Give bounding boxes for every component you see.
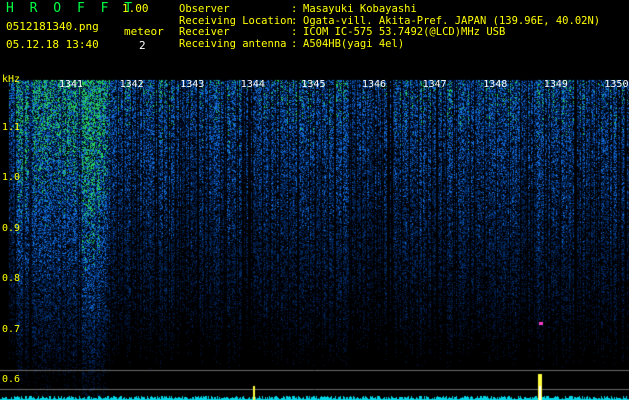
y-tick-label: 0.7 <box>2 323 21 335</box>
image-filename: 0512181340.png <box>6 20 99 33</box>
app-title: H R O F F T <box>6 1 137 16</box>
info-colon: : <box>291 3 298 15</box>
y-tick-label: 0.6 <box>2 374 21 385</box>
meteor-count-value: 2 <box>139 39 146 52</box>
info-value: ICOM IC-575 53.7492(@LCD)MHz USB <box>303 26 506 38</box>
station-info: Observer: Masayuki Kobayashi Receiving Lo… <box>179 3 600 51</box>
app-version: 1.00 <box>122 2 149 15</box>
y-tick-label: 1.1 <box>2 122 21 133</box>
info-label: Receiver <box>179 26 230 38</box>
time-label: 1348 <box>483 79 508 90</box>
time-label: 1349 <box>543 79 568 90</box>
info-label: Receiving antenna <box>179 37 287 50</box>
time-label: 1343 <box>180 79 205 90</box>
info-row-observer: Observer: Masayuki Kobayashi <box>179 3 600 16</box>
info-row-antenna: Receiving antenna: A504HB(yagi 4el) <box>179 37 600 51</box>
time-label: 1345 <box>301 79 326 90</box>
info-row-receiver: Receiver: ICOM IC-575 53.7492(@LCD)MHz US… <box>179 26 600 39</box>
spectrogram-canvas[interactable] <box>0 72 629 400</box>
y-tick-label: 1.0 <box>2 172 21 184</box>
info-value: Masayuki Kobayashi <box>303 3 417 15</box>
info-value: A504HB(yagi 4el) <box>303 37 405 50</box>
info-colon: : <box>291 26 298 38</box>
y-tick-label: 0.9 <box>2 222 21 234</box>
y-axis-unit: kHz <box>2 74 21 85</box>
observation-datetime: 05.12.18 13:40 <box>6 38 99 51</box>
meteor-count-label: meteor <box>124 25 164 38</box>
hroffft-window: H R O F F T 1.00 0512181340.png 05.12.18… <box>0 0 629 400</box>
time-label: 1350 <box>604 79 629 90</box>
time-label: 1346 <box>362 79 387 90</box>
y-tick-label: 0.8 <box>2 273 21 285</box>
time-label: 1344 <box>240 79 265 90</box>
info-colon: : <box>291 37 298 50</box>
time-label: 1347 <box>422 79 447 90</box>
time-label: 1342 <box>119 79 144 90</box>
info-label: Observer <box>179 3 230 15</box>
time-label: 1341 <box>59 79 84 90</box>
